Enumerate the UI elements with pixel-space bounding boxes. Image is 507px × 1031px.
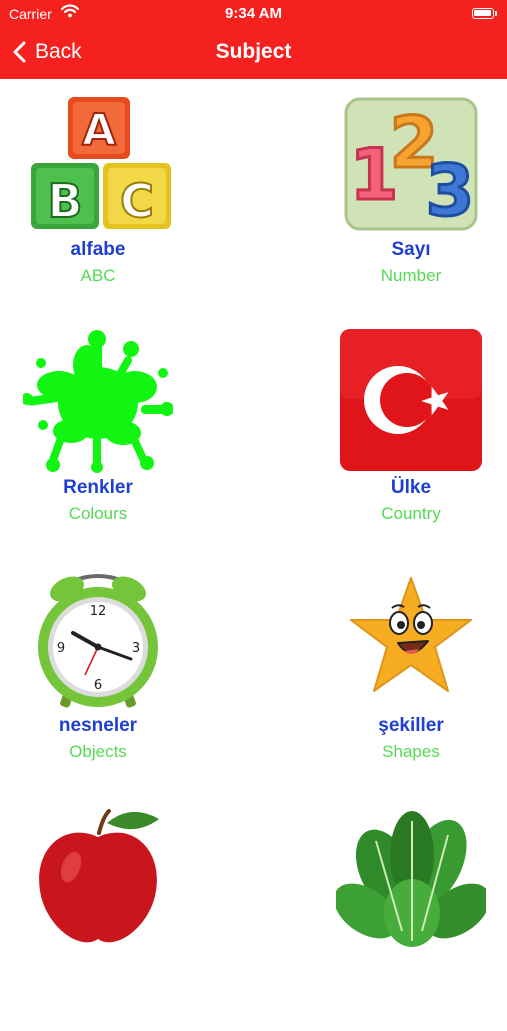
subject-english-label: ABC	[80, 266, 116, 285]
subject-turkish-label: alfabe	[70, 239, 126, 260]
turkish-flag-icon	[340, 329, 482, 471]
subject-cell-sayi[interactable]: 1 2 3 Sayı Number	[311, 79, 507, 317]
battery-cap	[495, 11, 497, 16]
subject-english-label: Number	[380, 266, 442, 285]
subject-cell-fruits[interactable]	[0, 793, 198, 1031]
svg-text:B: B	[47, 174, 82, 228]
battery-icon	[472, 8, 494, 19]
subject-turkish-label: Renkler	[63, 477, 133, 498]
svg-text:6: 6	[94, 678, 102, 693]
subject-cell-vegetables[interactable]	[311, 793, 507, 1031]
subject-english-label: Objects	[69, 742, 127, 761]
subject-turkish-label: nesneler	[58, 715, 138, 736]
subject-cell-ulke[interactable]: Ülke Country	[311, 317, 507, 555]
spinach-icon	[336, 811, 486, 947]
subject-turkish-label: Sayı	[391, 239, 431, 260]
navigation-bar: Carrier 9:34 AM Back Subject	[0, 0, 507, 79]
svg-text:A: A	[82, 105, 116, 156]
subject-english-label: Country	[381, 504, 441, 523]
abc-blocks-icon: A B C	[31, 97, 171, 229]
status-bar: Carrier 9:34 AM	[0, 0, 507, 28]
subject-turkish-label: Ülke	[390, 477, 432, 498]
paint-splash-icon	[23, 330, 173, 473]
svg-text:3: 3	[132, 641, 140, 656]
red-apple-icon	[39, 809, 159, 943]
svg-text:12: 12	[90, 604, 107, 619]
subject-cell-alfabe[interactable]: A B C alfabe ABC	[0, 79, 198, 317]
subject-turkish-label: şekiller	[378, 715, 444, 736]
subject-cell-nesneler[interactable]: 12 3 6 9 nesneler Objects	[0, 555, 198, 793]
subject-cell-renkler[interactable]: Renkler Colours	[0, 317, 198, 555]
svg-text:C: C	[120, 174, 154, 228]
subject-english-label: Colours	[68, 504, 128, 523]
svg-text:3: 3	[426, 150, 475, 232]
subject-english-label: Shapes	[382, 742, 440, 761]
alarm-clock-icon: 12 3 6 9	[38, 574, 158, 708]
svg-text:9: 9	[57, 641, 65, 656]
subject-cell-sekiller[interactable]: şekiller Shapes	[311, 555, 507, 793]
numbers-123-icon: 1 2 3	[344, 97, 478, 234]
smiling-star-icon	[350, 577, 472, 692]
page-title: Subject	[215, 40, 292, 63]
clock: 9:34 AM	[225, 5, 282, 22]
